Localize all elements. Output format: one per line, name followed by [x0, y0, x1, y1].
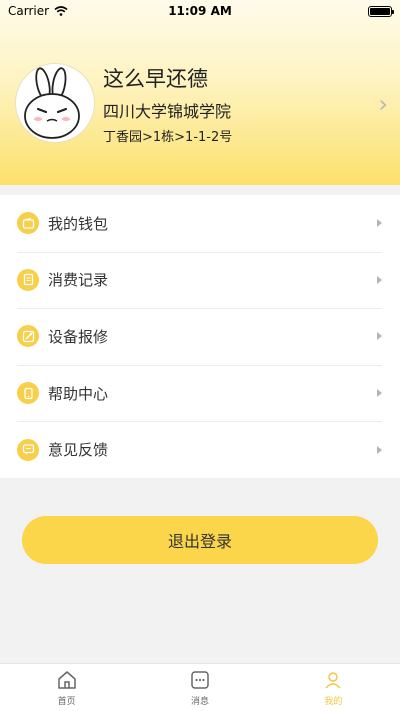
tab-label: 我的 [324, 696, 343, 707]
wallet-icon [17, 212, 39, 235]
chevron-right-icon [377, 332, 382, 341]
logout-button[interactable]: 退出登录 [22, 516, 378, 564]
message-icon [189, 669, 211, 691]
tab-mine[interactable]: 我的 [267, 664, 400, 711]
menu-item-label: 我的钱包 [48, 214, 109, 233]
tab-label: 消息 [190, 696, 209, 707]
menu-item-label: 设备报修 [48, 327, 109, 346]
tab-bar: 首页 消息 我的 [0, 663, 400, 711]
home-icon [56, 669, 78, 691]
tab-label: 首页 [57, 696, 76, 707]
tab-home[interactable]: 首页 [0, 664, 133, 711]
user-name: 这么早还德 [103, 67, 208, 91]
user-icon [322, 669, 344, 691]
battery-icon [368, 5, 394, 17]
profile-header: 这么早还德 四川大学锦城学院 丁香园>1栋>1-1-2号 › [0, 0, 400, 185]
repair-icon [17, 325, 39, 348]
menu-item-feedback[interactable]: 意见反馈 [0, 421, 400, 478]
chevron-right-icon [377, 445, 382, 454]
menu-item-label: 帮助中心 [48, 384, 109, 403]
user-room: 丁香园>1栋>1-1-2号 [103, 130, 233, 145]
menu-list: 我的钱包 消费记录 设备报修 帮助中心 意见反馈 [0, 195, 400, 478]
avatar[interactable] [15, 63, 95, 143]
chevron-right-icon [377, 275, 382, 284]
menu-item-records[interactable]: 消费记录 [0, 251, 400, 309]
tab-messages[interactable]: 消息 [133, 664, 266, 711]
chevron-right-icon [377, 219, 382, 228]
user-school: 四川大学锦城学院 [103, 102, 232, 121]
chevron-right-icon [377, 389, 382, 398]
phone-icon [17, 382, 39, 405]
status-bar: Carrier 11:09 AM [0, 0, 400, 22]
menu-item-repair[interactable]: 设备报修 [0, 308, 400, 365]
menu-item-wallet[interactable]: 我的钱包 [0, 195, 400, 252]
menu-item-help[interactable]: 帮助中心 [0, 364, 400, 422]
menu-item-label: 消费记录 [48, 271, 109, 290]
carrier-label: Carrier [8, 4, 50, 18]
bunny-avatar-icon [24, 67, 80, 139]
receipt-icon [17, 268, 39, 291]
feedback-icon [17, 438, 39, 461]
wifi-icon [54, 6, 68, 16]
menu-item-label: 意见反馈 [48, 441, 109, 460]
chevron-right-icon[interactable]: › [378, 90, 388, 118]
